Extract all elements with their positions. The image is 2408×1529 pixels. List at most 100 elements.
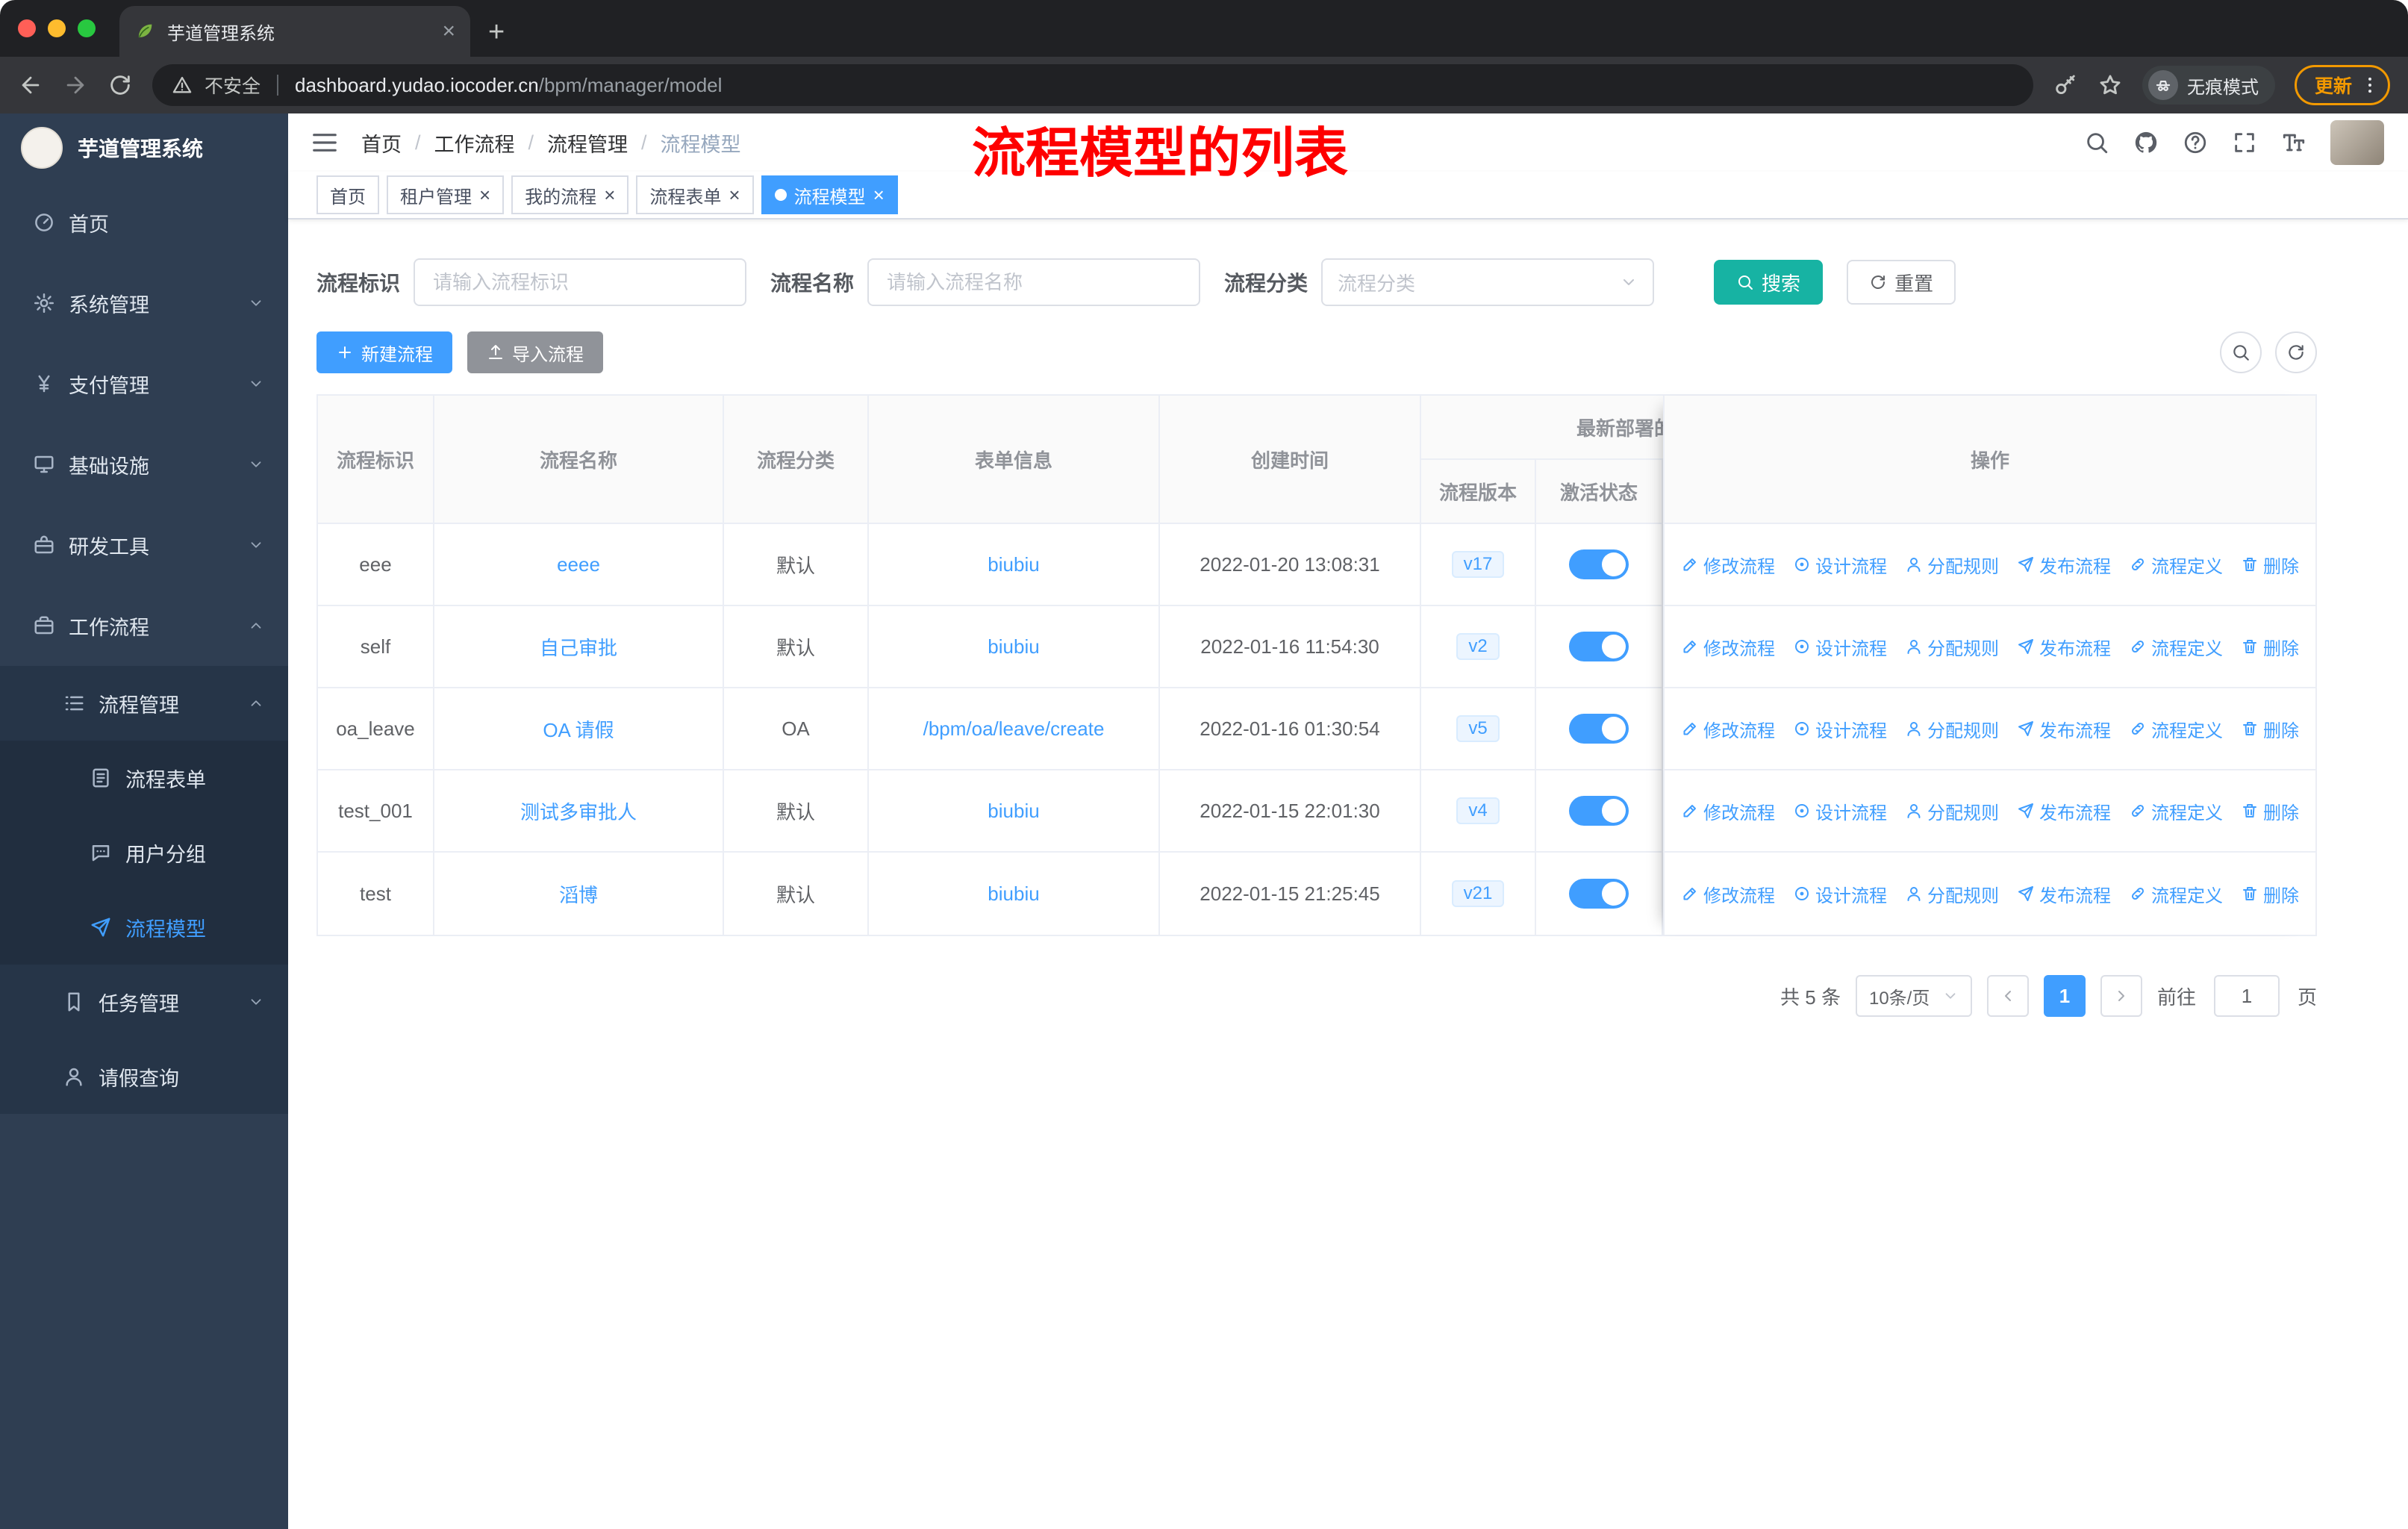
action-assign-rule-link[interactable]: 分配规则 [1905,881,1999,907]
action-assign-rule-link[interactable]: 分配规则 [1905,716,1999,742]
question-icon[interactable] [2183,130,2208,155]
dots-vertical-icon[interactable] [2359,75,2380,96]
sidebar-item-process-form[interactable]: 流程表单 [0,741,288,815]
tag-close-icon[interactable]: × [729,185,740,205]
sidebar-item-home[interactable]: 首页 [0,182,288,263]
window-minimize-button[interactable] [48,19,66,37]
tag-item[interactable]: 租户管理 × [387,175,505,214]
action-publish-link[interactable]: 发布流程 [2017,798,2111,824]
action-definition-link[interactable]: 流程定义 [2129,716,2223,742]
active-toggle[interactable] [1569,796,1629,826]
key-icon[interactable] [2053,72,2078,98]
tag-item[interactable]: 流程表单 × [636,175,754,214]
action-delete-link[interactable]: 删除 [2241,881,2299,907]
sidebar-item-task-management[interactable]: 任务管理 [0,965,288,1039]
process-name-link[interactable]: 测试多审批人 [520,797,637,825]
version-badge[interactable]: v5 [1456,715,1500,742]
action-definition-link[interactable]: 流程定义 [2129,634,2223,660]
tag-close-icon[interactable]: × [873,185,885,205]
sidebar-item-process-model[interactable]: 流程模型 [0,890,288,965]
action-definition-link[interactable]: 流程定义 [2129,881,2223,907]
action-assign-rule-link[interactable]: 分配规则 [1905,634,1999,660]
tag-close-icon[interactable]: × [479,185,490,205]
version-badge[interactable]: v2 [1456,633,1500,660]
category-select[interactable]: 流程分类 [1321,258,1655,306]
process-name-link[interactable]: eeee [557,553,600,576]
user-avatar[interactable] [2330,120,2384,165]
back-icon[interactable] [18,72,43,98]
window-close-button[interactable] [18,19,36,37]
action-publish-link[interactable]: 发布流程 [2017,716,2111,742]
breadcrumb-item[interactable]: 首页 [361,128,402,158]
fullscreen-icon[interactable] [2232,130,2257,155]
process-name-link[interactable]: OA 请假 [543,715,614,743]
breadcrumb-item[interactable]: 工作流程 [434,128,515,158]
action-delete-link[interactable]: 删除 [2241,798,2299,824]
sidebar-item-user-group[interactable]: 用户分组 [0,815,288,890]
action-design-link[interactable]: 设计流程 [1793,881,1887,907]
process-name-link[interactable]: 滔博 [559,880,598,908]
action-edit-link[interactable]: 修改流程 [1681,716,1775,742]
version-badge[interactable]: v21 [1451,880,1505,907]
action-publish-link[interactable]: 发布流程 [2017,634,2111,660]
sidebar-item-leave-query[interactable]: 请假查询 [0,1039,288,1114]
reset-button[interactable]: 重置 [1847,260,1956,305]
action-delete-link[interactable]: 删除 [2241,552,2299,578]
sidebar-item-infrastructure[interactable]: 基础设施 [0,424,288,505]
address-bar[interactable]: 不安全 dashboard.yudao.iocoder.cn/bpm/manag… [152,64,2033,106]
active-toggle[interactable] [1569,879,1629,909]
version-badge[interactable]: v17 [1451,551,1505,578]
breadcrumb-item[interactable]: 流程管理 [547,128,628,158]
tab-close-icon[interactable]: × [442,20,455,43]
security-label[interactable]: 不安全 [205,72,261,99]
current-page-button[interactable]: 1 [2043,975,2086,1017]
tag-item[interactable]: 我的流程 × [511,175,629,214]
action-design-link[interactable]: 设计流程 [1793,634,1887,660]
new-tab-button[interactable]: + [488,18,505,46]
forward-icon[interactable] [63,72,88,98]
sidebar-item-payment[interactable]: 支付管理 [0,343,288,424]
action-edit-link[interactable]: 修改流程 [1681,881,1775,907]
form-link[interactable]: biubiu [988,553,1039,576]
goto-page-input[interactable] [2213,975,2280,1017]
active-toggle[interactable] [1569,632,1629,661]
window-zoom-button[interactable] [78,19,96,37]
tag-close-icon[interactable]: × [604,185,615,205]
active-toggle[interactable] [1569,549,1629,579]
action-edit-link[interactable]: 修改流程 [1681,552,1775,578]
reload-icon[interactable] [107,72,133,98]
sidebar-item-workflow[interactable]: 工作流程 [0,585,288,666]
version-badge[interactable]: v4 [1456,797,1500,824]
page-size-select[interactable]: 10条/页 [1855,975,1972,1017]
action-assign-rule-link[interactable]: 分配规则 [1905,798,1999,824]
action-publish-link[interactable]: 发布流程 [2017,552,2111,578]
action-design-link[interactable]: 设计流程 [1793,716,1887,742]
action-design-link[interactable]: 设计流程 [1793,798,1887,824]
browser-update-button[interactable]: 更新 [2294,65,2390,105]
action-definition-link[interactable]: 流程定义 [2129,552,2223,578]
sidebar-item-system[interactable]: 系统管理 [0,263,288,343]
action-delete-link[interactable]: 删除 [2241,634,2299,660]
search-button[interactable]: 搜索 [1714,260,1824,305]
form-link[interactable]: biubiu [988,635,1039,658]
prev-page-button[interactable] [1986,975,2029,1017]
sidebar-logo[interactable]: 芋道管理系统 [0,113,288,182]
action-publish-link[interactable]: 发布流程 [2017,881,2111,907]
next-page-button[interactable] [2100,975,2142,1017]
browser-tab[interactable]: 芋道管理系统 × [119,6,470,57]
active-toggle[interactable] [1569,714,1629,744]
menu-fold-icon[interactable] [311,128,339,157]
toggle-search-button[interactable] [2220,331,2262,373]
process-name-link[interactable]: 自己审批 [540,633,617,661]
action-assign-rule-link[interactable]: 分配规则 [1905,552,1999,578]
tag-item[interactable]: 首页 [316,175,379,214]
github-icon[interactable] [2133,130,2159,155]
form-link[interactable]: /bpm/oa/leave/create [923,717,1105,741]
font-size-icon[interactable] [2281,130,2306,155]
form-link[interactable]: biubiu [988,800,1039,823]
star-icon[interactable] [2097,72,2123,98]
create-process-button[interactable]: 新建流程 [316,331,452,373]
search-icon[interactable] [2084,130,2109,155]
refresh-button[interactable] [2275,331,2317,373]
process-name-input[interactable] [867,258,1201,306]
